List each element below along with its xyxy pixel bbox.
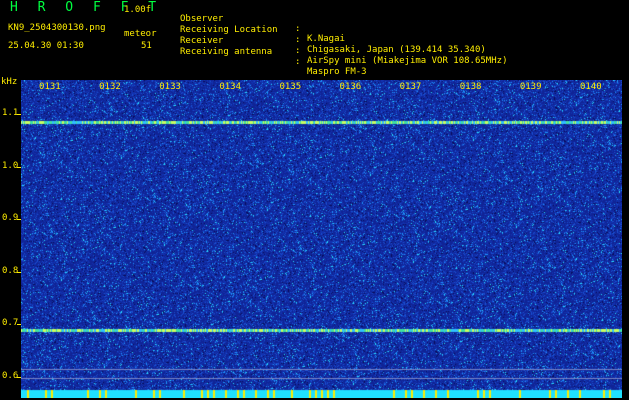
y-unit-label: kHz (1, 77, 18, 87)
info-key: Receiving antenna (180, 47, 273, 57)
info-value: K.Nagai (307, 34, 345, 44)
x-tick-label: 0134 (219, 82, 242, 92)
y-tick-label: 0.6 (2, 370, 19, 381)
meteor-label: meteor (124, 29, 157, 39)
file-name: KN9_2504300130.png (8, 23, 106, 33)
meteor-count: 51 (141, 41, 152, 51)
x-tick-label: 0133 (159, 82, 181, 92)
x-tick-label: 0131 (39, 82, 61, 92)
x-tick-label: 0132 (99, 82, 121, 92)
y-tick-label: 1.1 (2, 108, 19, 119)
x-tick-label: 0139 (519, 82, 542, 92)
spectrogram: 0131 0132 0133 0134 0135 0136 0137 0138 0139 0140 (21, 80, 622, 398)
x-tick-label: 0137 (399, 82, 422, 92)
info-key: Receiving Location (180, 25, 278, 35)
info-colon: : (295, 35, 301, 45)
timestamp: 25.04.30 01:30 (8, 41, 84, 51)
spectrogram-canvas (21, 80, 622, 398)
x-tick-label: 0138 (459, 82, 482, 92)
info-value: Maspro FM-3 (307, 67, 367, 77)
info-colon: : (295, 46, 301, 56)
x-tick-label: 0136 (339, 82, 362, 92)
x-tick-label: 0140 (579, 82, 602, 92)
info-colon: : (295, 24, 301, 34)
x-tick-label: 0135 (279, 82, 302, 92)
info-antenna: Receiving antenna : Maspro FM-3 (180, 37, 367, 77)
app-version: 1.00f (124, 5, 152, 15)
info-colon: : (295, 57, 301, 67)
y-tick-label: 0.7 (2, 318, 19, 329)
y-tick-label: 0.8 (2, 265, 19, 276)
info-value: AirSpy mini (Miakejima VOR 108.65MHz) (307, 56, 508, 66)
y-tick-label: 1.0 (2, 160, 19, 171)
y-tick-label: 0.9 (2, 213, 19, 224)
info-value: Chigasaki, Japan (139.414 35.340) (307, 45, 486, 55)
